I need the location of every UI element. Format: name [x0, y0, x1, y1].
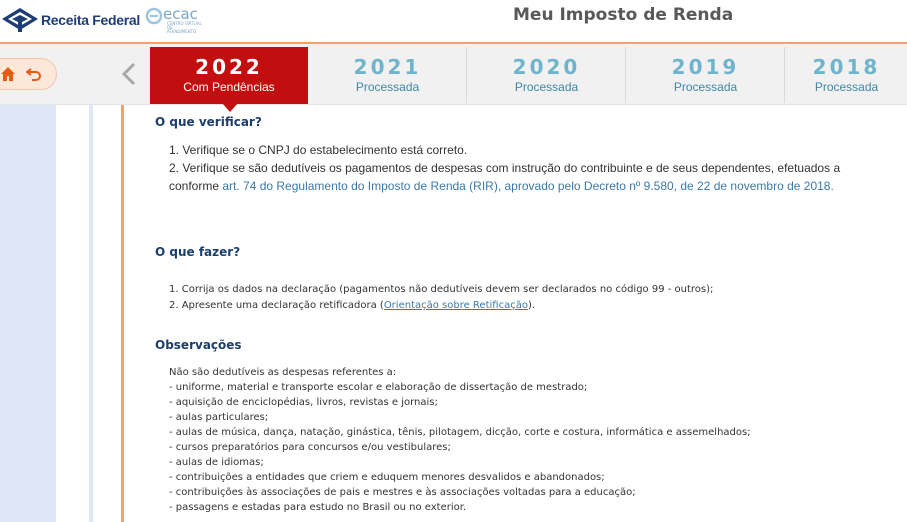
retificacao-orientation-link[interactable]: Orientação sobre Retificação — [384, 300, 528, 311]
active-tab-pointer — [222, 103, 238, 112]
section-title-fazer: O que fazer? — [155, 245, 241, 259]
observacoes-intro: Não são dedutíveis as despesas referente… — [169, 367, 397, 378]
year-tab-bar: 2022 Com Pendências 2021 Processada 2020… — [0, 44, 907, 105]
tab-2021[interactable]: 2021 Processada — [309, 47, 467, 103]
left-stripe — [89, 105, 93, 522]
fazer-item-2: 2. Apresente uma declaração retificadora… — [169, 300, 535, 312]
receita-federal-logo-icon — [2, 8, 38, 32]
ecac-logo[interactable]: ecac CENTRO VIRTUAL DE ATENDIMENTO — [145, 2, 205, 34]
fazer-item-2-prefix: 2. Apresente uma declaração retificadora… — [169, 300, 384, 311]
tab-status: Processada — [514, 80, 579, 94]
left-gutter — [56, 105, 89, 522]
pendency-details: O que verificar? 1. Verifique se o CNPJ … — [155, 105, 907, 522]
tab-2018[interactable]: 2018 Processada — [786, 47, 907, 103]
list-item: - passagens e estadas para estudo no Bra… — [169, 502, 467, 513]
tab-year: 2018 — [812, 55, 881, 79]
top-header: Receita Federal ecac CENTRO VIRTUAL DE A… — [0, 0, 907, 44]
tab-year: 2019 — [671, 55, 740, 79]
content-divider-line — [121, 105, 124, 522]
tab-status: Processada — [355, 80, 420, 94]
tab-status: Com Pendências — [183, 80, 275, 94]
verificar-item-2-continuation: conforme art. 74 do Regulamento do Impos… — [169, 179, 834, 193]
home-icon[interactable] — [0, 66, 16, 82]
verificar-item-2-prefix: conforme — [169, 179, 223, 193]
list-item: - aulas particulares; — [169, 412, 269, 423]
list-item: - aquisição de enciclopédias, livros, re… — [169, 397, 438, 408]
list-item: - contribuições a entidades que criem e … — [169, 472, 605, 483]
section-title-observacoes: Observações — [155, 338, 242, 352]
tab-2020[interactable]: 2020 Processada — [468, 47, 626, 103]
undo-arrow-icon[interactable] — [26, 66, 42, 82]
tab-year: 2022 — [195, 55, 263, 79]
list-item: - uniforme, material e transporte escola… — [169, 382, 588, 393]
verificar-item-1: 1. Verifique se o CNPJ do estabeleciment… — [169, 143, 468, 157]
brand-name: Receita Federal — [41, 12, 140, 28]
tab-2022[interactable]: 2022 Com Pendências — [150, 47, 308, 104]
ecac-subtitle: CENTRO VIRTUAL DE ATENDIMENTO — [167, 21, 202, 34]
chevron-left-icon[interactable] — [118, 61, 140, 87]
rir-article-link[interactable]: art. 74 do Regulamento do Imposto de Ren… — [222, 179, 833, 193]
tab-year: 2021 — [353, 55, 422, 79]
section-title-verificar: O que verificar? — [155, 115, 262, 129]
list-item: - aulas de idiomas; — [169, 457, 264, 468]
left-sidebar-panel — [0, 105, 56, 522]
tab-status: Processada — [814, 80, 879, 94]
page-title: Meu Imposto de Renda — [513, 5, 734, 25]
verificar-item-2: 2. Verifique se são dedutíveis os pagame… — [169, 161, 841, 175]
receita-federal-brand[interactable]: Receita Federal — [0, 5, 140, 35]
list-item: - contribuições às associações de pais e… — [169, 487, 636, 498]
tab-year: 2020 — [512, 55, 581, 79]
tab-2019[interactable]: 2019 Processada — [627, 47, 785, 103]
tab-status: Processada — [673, 80, 738, 94]
list-item: - cursos preparatórios para concursos e/… — [169, 442, 451, 453]
fazer-item-2-suffix: ). — [527, 300, 536, 311]
list-item: - aulas de música, dança, natação, ginás… — [169, 427, 751, 438]
fazer-item-1: 1. Corrija os dados na declaração (pagam… — [169, 284, 714, 295]
